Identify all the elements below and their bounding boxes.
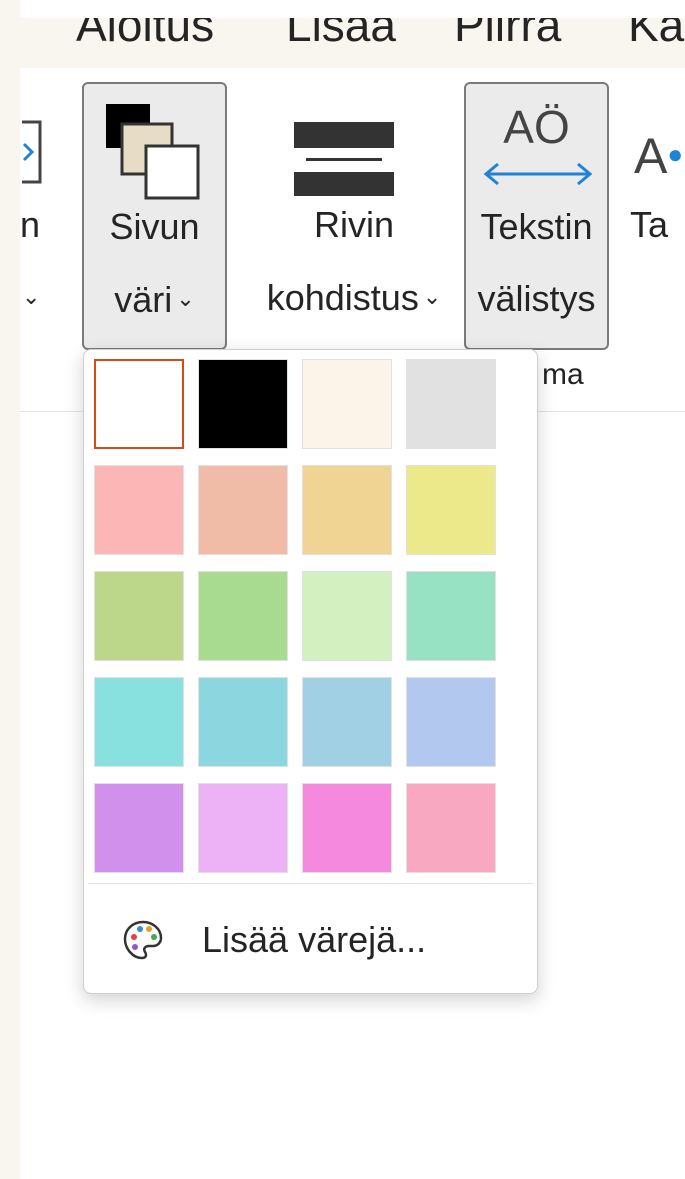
palette-icon bbox=[123, 920, 163, 960]
text-spacing-label-1: Tekstin bbox=[480, 206, 593, 247]
tab-piirra[interactable]: Piirrä bbox=[454, 18, 561, 52]
color-swatch-pink[interactable] bbox=[94, 465, 184, 555]
double-arrow-icon bbox=[483, 162, 593, 186]
dropdown-divider bbox=[88, 883, 533, 884]
chevron-down-icon: ⌄ bbox=[422, 284, 442, 309]
color-swatch-cream[interactable] bbox=[302, 359, 392, 449]
color-swatch-purple[interactable] bbox=[94, 783, 184, 873]
color-swatch-lavender[interactable] bbox=[198, 783, 288, 873]
tab-aloitus[interactable]: Aloitus bbox=[76, 18, 214, 52]
partial-right-label: Ta bbox=[630, 204, 669, 245]
color-swatch-periwinkle[interactable] bbox=[406, 677, 496, 767]
line-focus-icon bbox=[294, 122, 394, 196]
color-swatch-turquoise[interactable] bbox=[94, 677, 184, 767]
page-color-label-2: väri ⌄ bbox=[114, 279, 195, 320]
color-swatch-mint[interactable] bbox=[406, 571, 496, 661]
page-color-icon bbox=[106, 104, 200, 200]
tab-lisaa[interactable]: Lisää bbox=[286, 18, 396, 52]
partial-right-icon: A● bbox=[634, 128, 684, 184]
color-swatch-yellow[interactable] bbox=[406, 465, 496, 555]
color-swatch-light-green[interactable] bbox=[302, 571, 392, 661]
page-color-button[interactable]: Sivun väri ⌄ bbox=[82, 82, 227, 350]
chevron-down-icon: ⌄ bbox=[176, 286, 195, 311]
color-swatch-sand[interactable] bbox=[302, 465, 392, 555]
line-focus-label-1: Rivin bbox=[313, 204, 394, 245]
color-swatch-magenta[interactable] bbox=[302, 783, 392, 873]
partial-left-label-2: s⌄ bbox=[20, 274, 84, 321]
color-swatch-rose[interactable] bbox=[406, 783, 496, 873]
page-color-label-1: Sivun bbox=[109, 206, 200, 247]
chevron-down-icon: ⌄ bbox=[22, 284, 41, 309]
tab-partial-right[interactable]: Ka bbox=[628, 18, 684, 52]
color-swatch-light-gray[interactable] bbox=[406, 359, 496, 449]
text-spacing-button[interactable]: AÖ Tekstin välistys bbox=[464, 82, 609, 350]
partial-left-label-1: an bbox=[20, 204, 41, 245]
ribbon-group-label: ma bbox=[542, 358, 584, 391]
color-swatch-teal-blue[interactable] bbox=[198, 677, 288, 767]
line-focus-label-2: kohdistus ⌄ bbox=[266, 277, 442, 318]
ribbon-tab-bar: ) Aloitus Lisää Piirrä Ka bbox=[20, 18, 685, 68]
text-spacing-label-2: välistys bbox=[477, 278, 596, 319]
text-spacing-icon-text: AÖ bbox=[503, 101, 570, 153]
page-color-dropdown: Lisää värejä... bbox=[83, 349, 538, 994]
color-swatch-green[interactable] bbox=[198, 571, 288, 661]
more-colors-label: Lisää värejä... bbox=[202, 919, 427, 960]
color-swatch-sky-blue[interactable] bbox=[302, 677, 392, 767]
color-swatch-peach[interactable] bbox=[198, 465, 288, 555]
partial-right-button[interactable]: A● Ta bbox=[620, 82, 685, 350]
partial-left-icon bbox=[22, 120, 42, 184]
more-colors-button[interactable]: Lisää värejä... bbox=[122, 912, 502, 968]
color-swatch-olive-green[interactable] bbox=[94, 571, 184, 661]
color-swatch-white[interactable] bbox=[94, 359, 184, 449]
line-focus-button[interactable]: Rivin kohdistus ⌄ bbox=[234, 82, 474, 350]
partial-left-button[interactable]: an s⌄ bbox=[20, 82, 84, 350]
color-swatch-black[interactable] bbox=[198, 359, 288, 449]
